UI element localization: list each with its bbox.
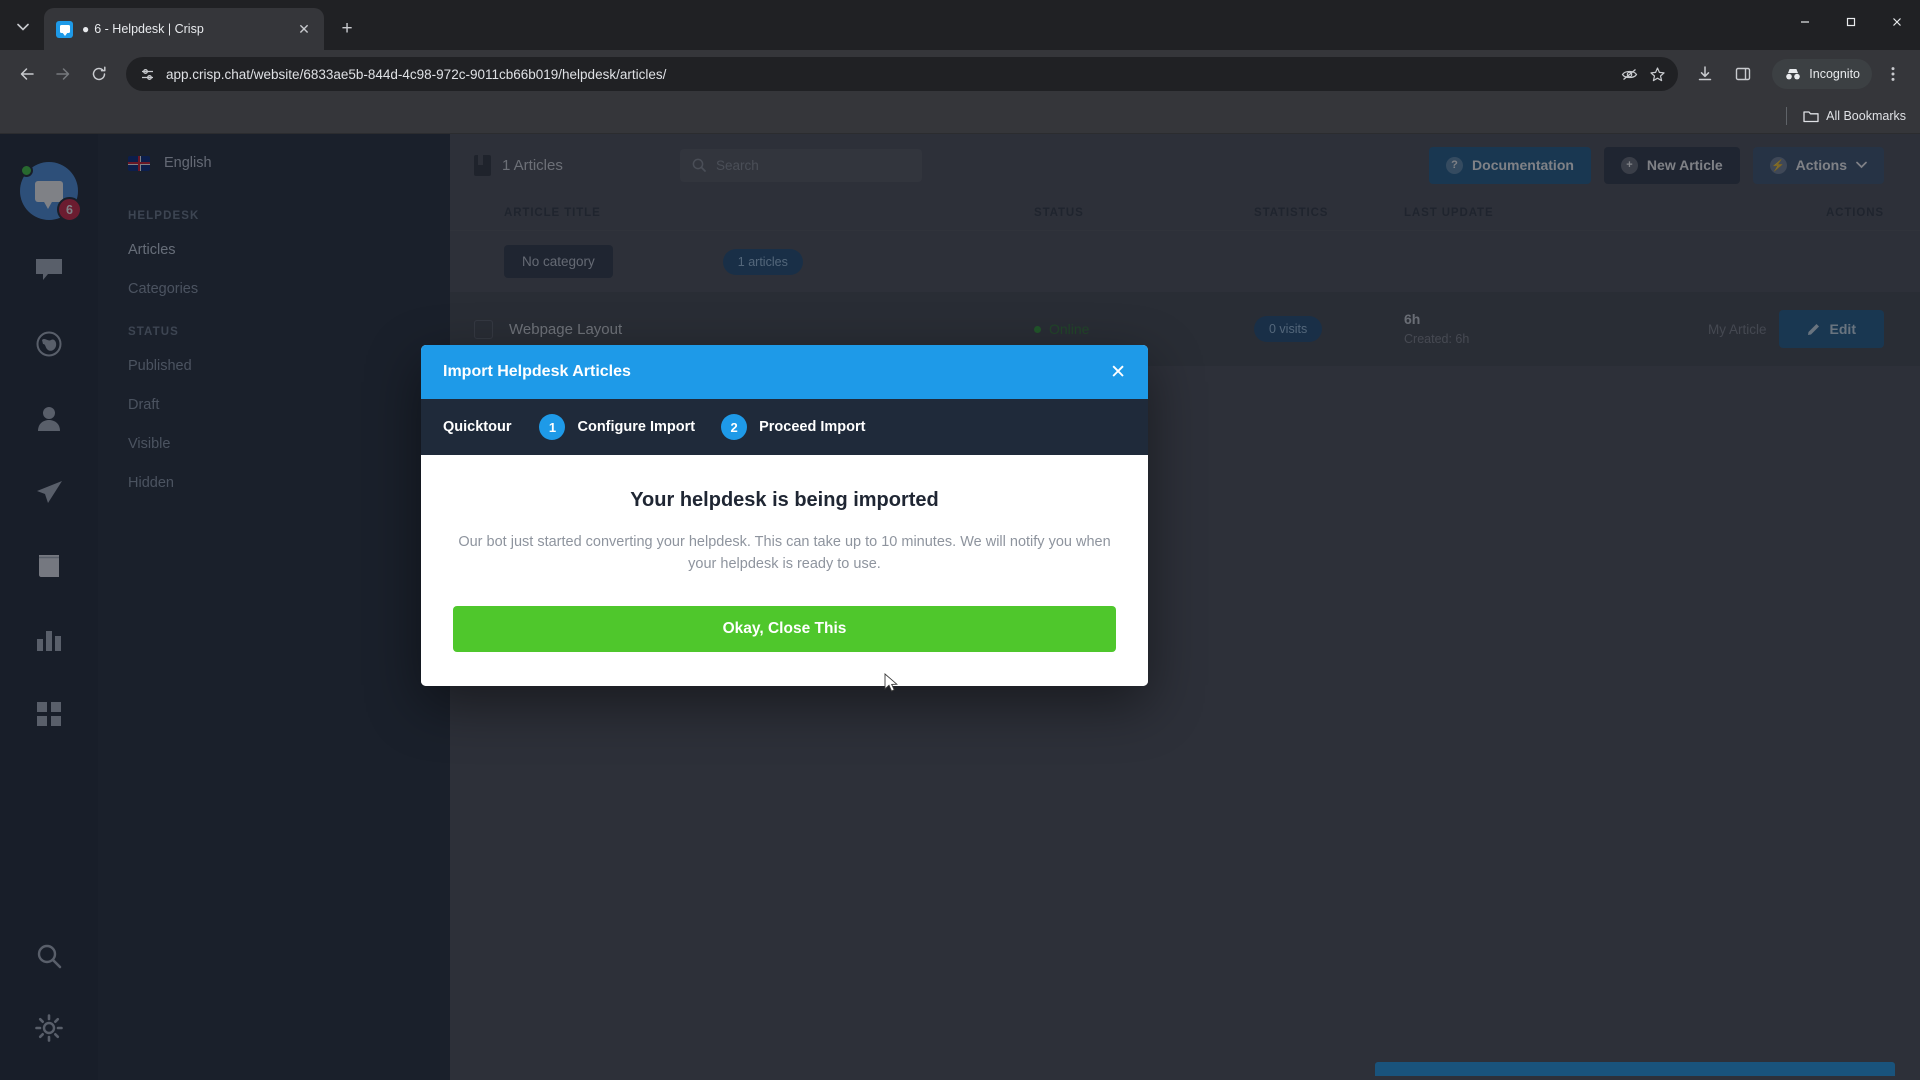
star-icon[interactable] [1649,66,1666,83]
minimize-icon[interactable] [1782,0,1828,44]
window-controls [1782,0,1920,44]
tab-search-icon[interactable] [6,10,40,44]
close-icon[interactable]: ✕ [1100,363,1126,382]
step-number: 2 [721,414,748,440]
tab-strip: ● 6 - Helpdesk | Crisp ✕ + [0,0,1920,50]
modal-stepper: Quicktour 1 Configure Import 2 Proceed I… [421,399,1148,455]
incognito-icon [1786,69,1801,80]
incognito-indicator[interactable]: Incognito [1772,59,1872,89]
quicktour-label: Quicktour [443,419,512,435]
unread-dot-icon: ● [82,22,90,36]
step-label: Proceed Import [759,419,866,435]
tab-close-icon[interactable]: ✕ [294,19,314,39]
step-number: 1 [539,414,566,440]
incognito-label: Incognito [1809,67,1860,81]
tab-title: ● 6 - Helpdesk | Crisp [82,22,285,36]
modal-paragraph: Our bot just started converting your hel… [458,534,1111,572]
modal-header: Import Helpdesk Articles ✕ [421,345,1148,399]
close-window-icon[interactable] [1874,0,1920,44]
modal-title: Import Helpdesk Articles [443,363,631,380]
step-label: Configure Import [577,419,696,435]
back-icon[interactable] [10,57,44,91]
browser-tab[interactable]: ● 6 - Helpdesk | Crisp ✕ [44,8,324,50]
maximize-icon[interactable] [1828,0,1874,44]
crisp-favicon-icon [56,20,73,38]
tab-title-text: 6 - Helpdesk | Crisp [94,22,204,36]
new-tab-button[interactable]: + [332,14,362,44]
address-bar[interactable]: app.crisp.chat/website/6833ae5b-844d-4c9… [126,57,1679,91]
kebab-menu-icon[interactable] [1876,57,1910,91]
import-helpdesk-modal: Import Helpdesk Articles ✕ Quicktour 1 C… [421,345,1148,686]
folder-icon [1803,110,1819,122]
forward-icon[interactable] [46,57,80,91]
side-panel-icon[interactable] [1726,57,1760,91]
okay-close-button[interactable]: Okay, Close This [453,605,1116,652]
step-proceed-import[interactable]: 2 Proceed Import [721,414,865,440]
modal-heading: Your helpdesk is being imported [630,489,939,511]
all-bookmarks-button[interactable]: All Bookmarks [1803,109,1906,123]
browser-toolbar: app.crisp.chat/website/6833ae5b-844d-4c9… [0,50,1920,98]
modal-body: Your helpdesk is being imported Our bot … [421,455,1148,686]
bookmarks-bar: All Bookmarks [0,98,1920,134]
download-icon[interactable] [1688,57,1722,91]
all-bookmarks-label: All Bookmarks [1826,108,1906,123]
step-configure-import[interactable]: 1 Configure Import [539,414,695,440]
site-settings-icon[interactable] [140,67,155,82]
crisp-app: 6 [0,134,1920,1080]
browser-window: ● 6 - Helpdesk | Crisp ✕ + app.crisp.cha… [0,0,1920,1080]
bookmarks-divider [1786,106,1788,125]
mouse-cursor [884,673,898,692]
eye-off-icon[interactable] [1621,66,1638,83]
url-text: app.crisp.chat/website/6833ae5b-844d-4c9… [166,66,667,82]
toolbar-right: Incognito [1688,57,1910,91]
reload-icon[interactable] [82,57,116,91]
